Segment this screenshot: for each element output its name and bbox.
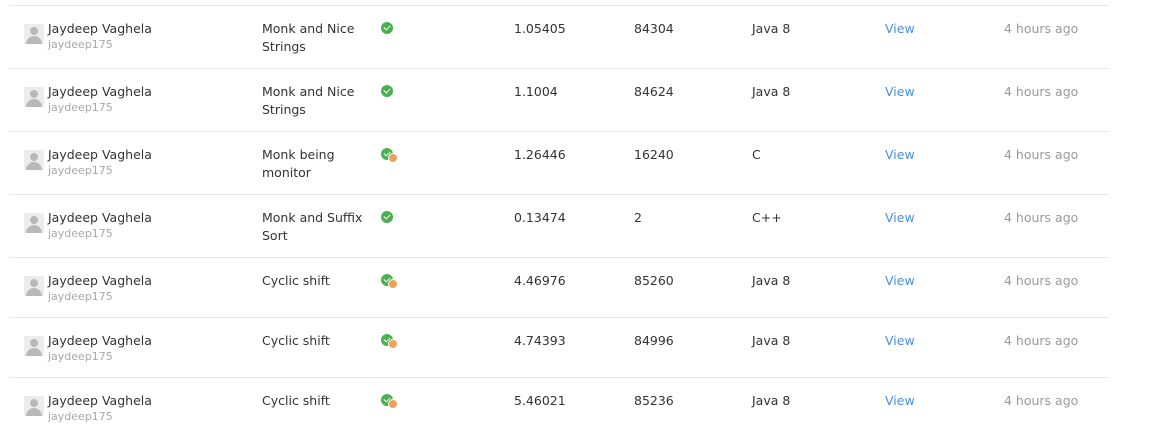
accepted-icon: [381, 211, 403, 225]
problem-name[interactable]: Cyclic shift: [262, 272, 372, 290]
submitted-time: 4 hours ago: [1004, 210, 1079, 225]
user-info: Jaydeep Vaghela jaydeep175: [48, 332, 152, 364]
avatar[interactable]: [24, 396, 44, 416]
execution-time: 1.1004: [514, 84, 558, 99]
partially-accepted-icon: [381, 274, 403, 289]
user-handle: jaydeep175: [48, 101, 113, 114]
avatar[interactable]: [24, 24, 44, 44]
table-row: Jaydeep Vaghela jaydeep175 Cyclic shift …: [9, 378, 1108, 438]
user-info: Jaydeep Vaghela jaydeep175: [48, 20, 152, 52]
execution-time: 4.46976: [514, 273, 566, 288]
language: Java 8: [752, 84, 791, 99]
submitted-time: 4 hours ago: [1004, 147, 1079, 162]
partially-accepted-icon: [381, 148, 403, 163]
table-row: Jaydeep Vaghela jaydeep175 Monk and Suff…: [9, 195, 1108, 258]
problem-name[interactable]: Cyclic shift: [262, 392, 372, 410]
user-name[interactable]: Jaydeep Vaghela: [48, 272, 152, 289]
table-row: Jaydeep Vaghela jaydeep175 Cyclic shift …: [9, 318, 1108, 378]
memory-used: 84996: [634, 333, 674, 348]
user-name[interactable]: Jaydeep Vaghela: [48, 332, 152, 349]
user-handle: jaydeep175: [48, 350, 113, 363]
user-name[interactable]: Jaydeep Vaghela: [48, 209, 152, 226]
user-handle: jaydeep175: [48, 290, 113, 303]
execution-time: 1.26446: [514, 147, 566, 162]
user-handle: jaydeep175: [48, 38, 113, 51]
language: Java 8: [752, 393, 791, 408]
execution-time: 4.74393: [514, 333, 566, 348]
user-name[interactable]: Jaydeep Vaghela: [48, 20, 152, 37]
language: C: [752, 147, 761, 162]
view-link[interactable]: View: [885, 272, 915, 290]
user-handle: jaydeep175: [48, 227, 113, 240]
user-info: Jaydeep Vaghela jaydeep175: [48, 146, 152, 178]
user-handle: jaydeep175: [48, 410, 113, 423]
avatar[interactable]: [24, 336, 44, 356]
user-info: Jaydeep Vaghela jaydeep175: [48, 83, 152, 115]
accepted-icon: [381, 85, 403, 99]
submitted-time: 4 hours ago: [1004, 393, 1079, 408]
table-row: Jaydeep Vaghela jaydeep175 Monk and Nice…: [9, 6, 1108, 69]
user-info: Jaydeep Vaghela jaydeep175: [48, 392, 152, 424]
partially-accepted-icon: [381, 394, 403, 409]
view-link[interactable]: View: [885, 146, 915, 164]
language: Java 8: [752, 333, 791, 348]
view-link[interactable]: View: [885, 392, 915, 410]
problem-name[interactable]: Monk being monitor: [262, 146, 372, 182]
accepted-icon: [381, 22, 403, 36]
user-info: Jaydeep Vaghela jaydeep175: [48, 209, 152, 241]
user-name[interactable]: Jaydeep Vaghela: [48, 392, 152, 409]
memory-used: 85260: [634, 273, 674, 288]
execution-time: 5.46021: [514, 393, 566, 408]
problem-name[interactable]: Monk and Nice Strings: [262, 20, 372, 56]
avatar[interactable]: [24, 213, 44, 233]
problem-name[interactable]: Monk and Nice Strings: [262, 83, 372, 119]
language: Java 8: [752, 273, 791, 288]
execution-time: 1.05405: [514, 21, 566, 36]
table-row: Jaydeep Vaghela jaydeep175 Cyclic shift …: [9, 258, 1108, 318]
submissions-table: Jaydeep Vaghela jaydeep175 Monk and Nice…: [9, 5, 1108, 438]
execution-time: 0.13474: [514, 210, 566, 225]
avatar[interactable]: [24, 276, 44, 296]
problem-name[interactable]: Cyclic shift: [262, 332, 372, 350]
submitted-time: 4 hours ago: [1004, 273, 1079, 288]
avatar[interactable]: [24, 87, 44, 107]
submitted-time: 4 hours ago: [1004, 333, 1079, 348]
partially-accepted-icon: [381, 334, 403, 349]
avatar[interactable]: [24, 150, 44, 170]
memory-used: 84304: [634, 21, 674, 36]
user-handle: jaydeep175: [48, 164, 113, 177]
memory-used: 16240: [634, 147, 674, 162]
view-link[interactable]: View: [885, 83, 915, 101]
view-link[interactable]: View: [885, 332, 915, 350]
table-row: Jaydeep Vaghela jaydeep175 Monk being mo…: [9, 132, 1108, 195]
view-link[interactable]: View: [885, 20, 915, 38]
language: Java 8: [752, 21, 791, 36]
language: C++: [752, 210, 782, 225]
memory-used: 2: [634, 210, 642, 225]
submitted-time: 4 hours ago: [1004, 84, 1079, 99]
table-row: Jaydeep Vaghela jaydeep175 Monk and Nice…: [9, 69, 1108, 132]
problem-name[interactable]: Monk and Suffix Sort: [262, 209, 372, 245]
view-link[interactable]: View: [885, 209, 915, 227]
user-name[interactable]: Jaydeep Vaghela: [48, 146, 152, 163]
memory-used: 84624: [634, 84, 674, 99]
memory-used: 85236: [634, 393, 674, 408]
user-info: Jaydeep Vaghela jaydeep175: [48, 272, 152, 304]
user-name[interactable]: Jaydeep Vaghela: [48, 83, 152, 100]
submitted-time: 4 hours ago: [1004, 21, 1079, 36]
